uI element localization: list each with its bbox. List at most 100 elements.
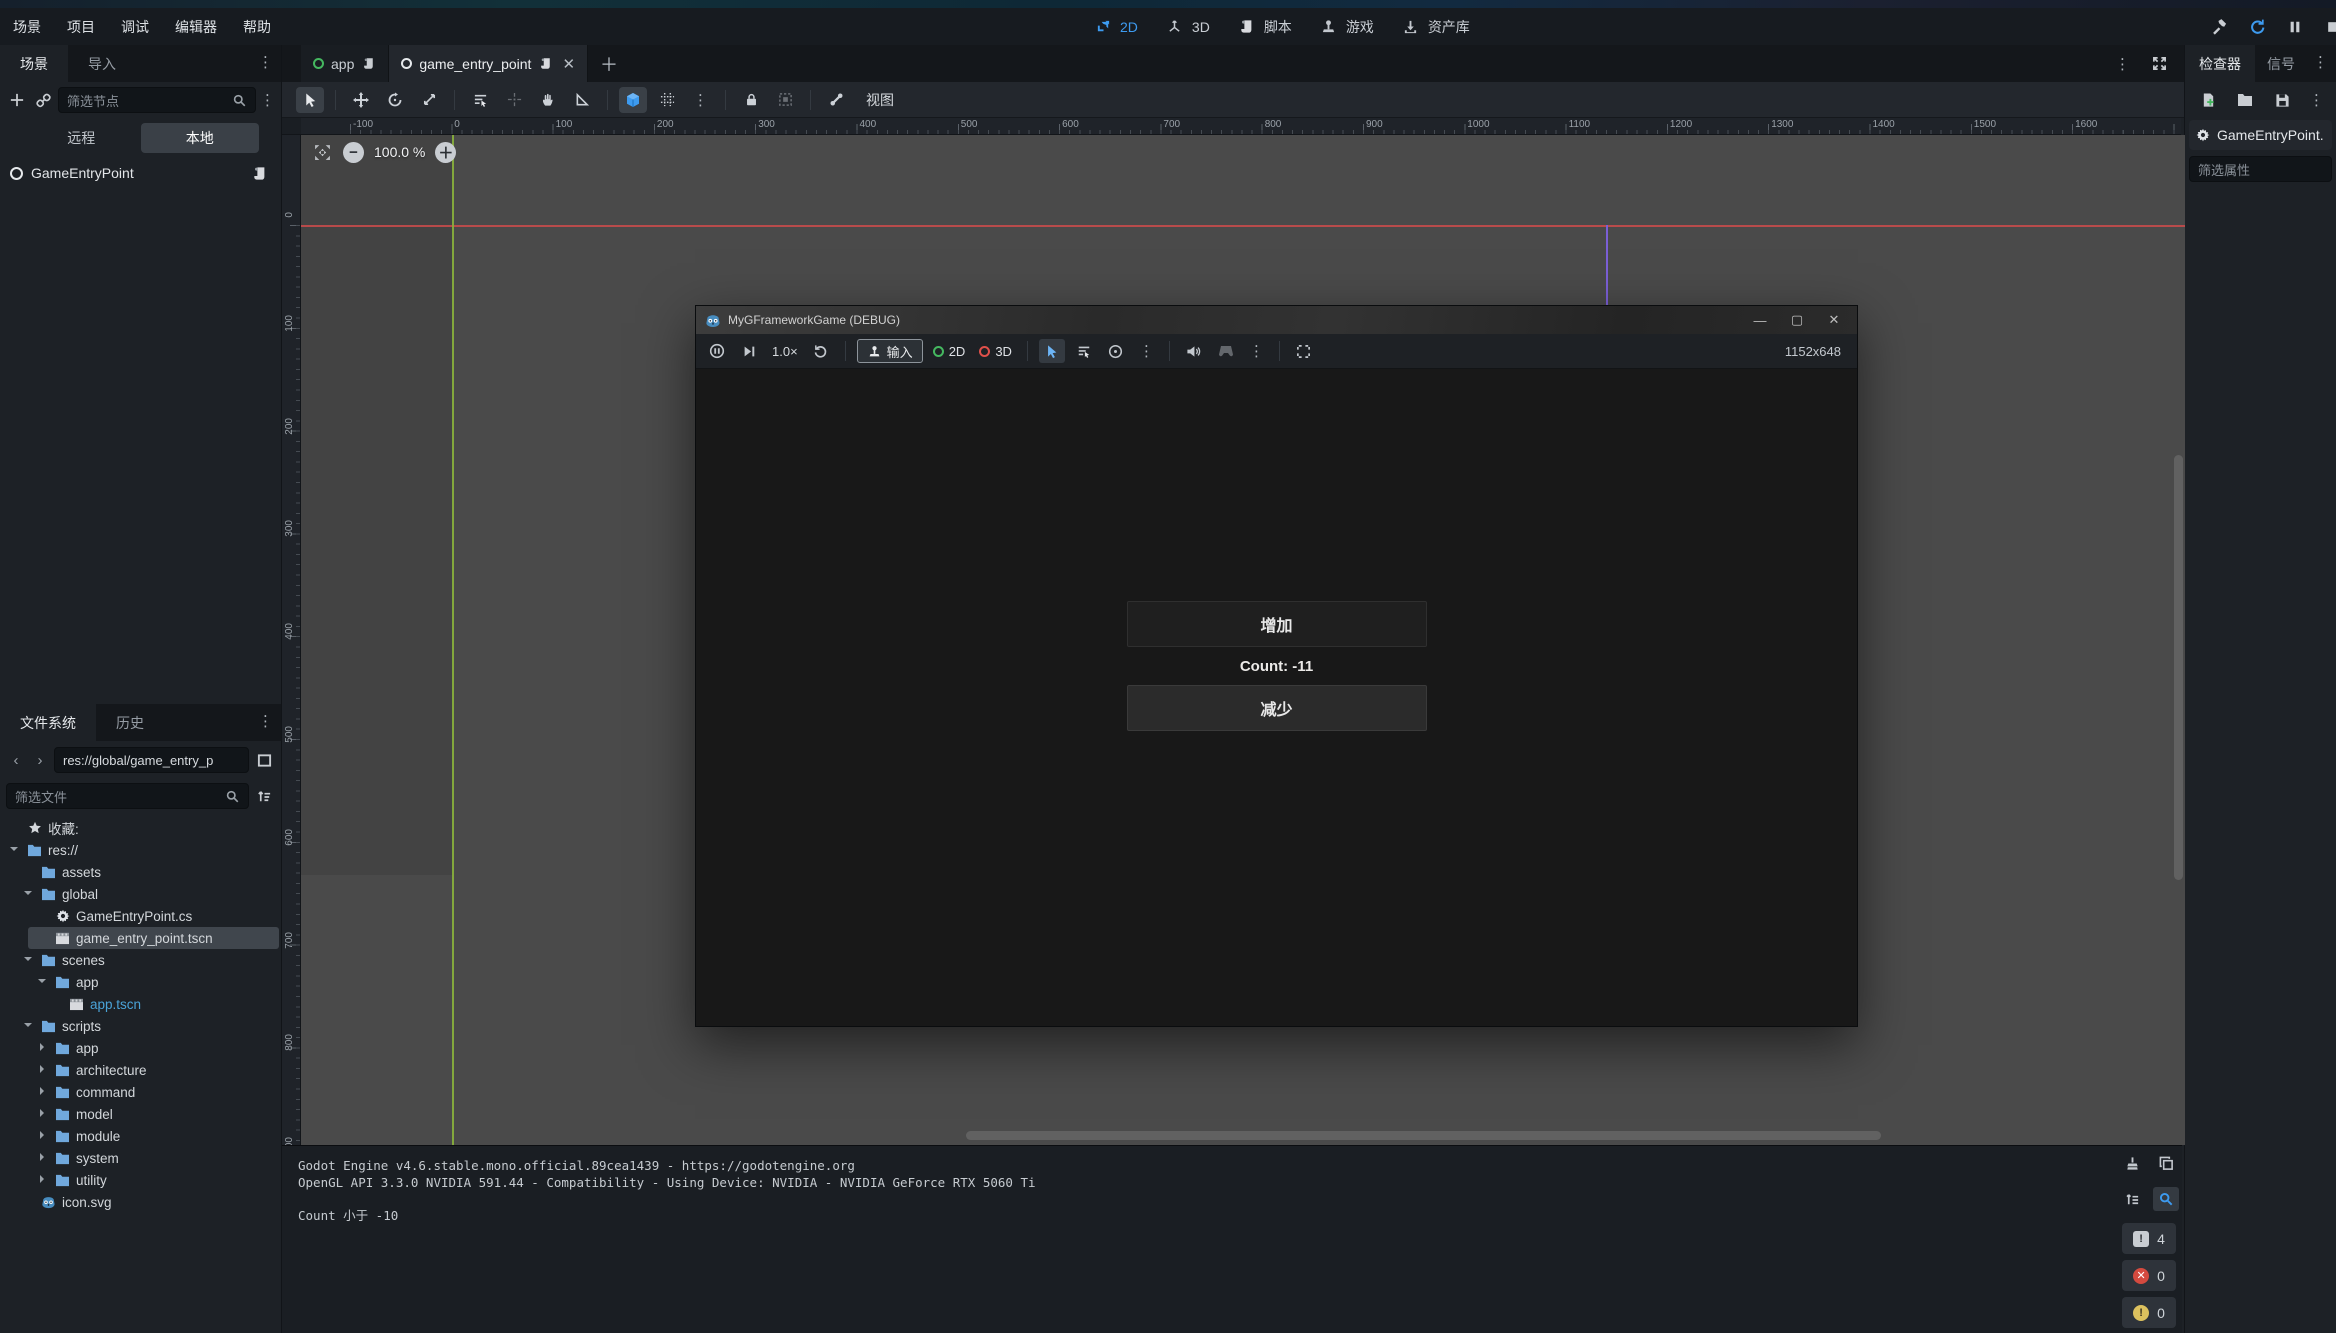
file-tree-row[interactable]: scenes [0,949,281,971]
nav-forward-icon[interactable]: › [30,752,50,769]
current-path[interactable]: res://global/game_entry_p [54,747,249,773]
file-tree-row[interactable]: game_entry_point.tscn [0,927,281,949]
zoom-out-button[interactable]: − [343,142,364,163]
game-window-titlebar[interactable]: MyGFrameworkGame (DEBUG) — ▢ ✕ [696,306,1857,334]
select-list-tool[interactable] [466,87,494,113]
move-tool[interactable] [347,87,375,113]
copy-output-icon[interactable] [2153,1151,2179,1175]
scene-tab-game-entry-point[interactable]: game_entry_point ✕ [389,45,588,82]
game-audio-options-icon[interactable]: ⋮ [1245,342,1268,360]
attached-script-icon[interactable] [249,162,271,184]
pause-icon[interactable] [2284,16,2306,38]
scale-tool[interactable] [415,87,443,113]
smart-snap-toggle[interactable] [619,87,647,113]
clear-output-icon[interactable] [2119,1151,2145,1175]
load-resource-folder-icon[interactable] [2234,89,2256,111]
tab-scene-dock[interactable]: 场景 [0,45,68,82]
gamepad-icon[interactable] [1213,339,1239,363]
game-select-list-tool[interactable] [1071,339,1097,363]
scene-tree-root-node[interactable]: GameEntryPoint [0,158,281,188]
inspector-dock-menu-icon[interactable]: ⋮ [2313,53,2328,71]
file-tree-row[interactable]: res:// [0,839,281,861]
reset-speed-icon[interactable] [808,339,834,363]
menu-scene[interactable]: 场景 [0,14,54,40]
switch-game[interactable]: 游戏 [1318,16,1374,38]
filter-files-input[interactable]: 筛选文件 [6,783,249,809]
save-resource-icon[interactable] [2272,89,2294,111]
2d-canvas[interactable]: − 100.0 % ＋ MyGFrameworkGame (DEBUG) — ▢… [301,135,2186,1145]
zoom-in-button[interactable]: ＋ [435,142,456,163]
scene-dock-options-icon[interactable]: ⋮ [260,91,275,109]
game-select-tool[interactable] [1039,339,1065,363]
maximize-button[interactable]: ▢ [1782,312,1812,328]
switch-3d[interactable]: 3D [1164,16,1210,38]
debug-3d-toggle[interactable]: 3D [975,344,1016,359]
next-frame-icon[interactable] [736,339,762,363]
menu-editor[interactable]: 编辑器 [162,14,230,40]
file-tree-row[interactable]: global [0,883,281,905]
build-hammer-icon[interactable] [2208,16,2230,38]
embed-fullscreen-icon[interactable] [1291,339,1317,363]
edited-object-selector[interactable]: GameEntryPoint. [2189,120,2332,150]
message-count-badge[interactable]: ! 4 [2122,1223,2176,1254]
select-tool[interactable] [296,87,324,113]
restart-icon[interactable] [2246,16,2268,38]
close-tab-icon[interactable]: ✕ [562,55,575,73]
audio-mute-icon[interactable] [1181,339,1207,363]
instance-scene-link-icon[interactable] [32,89,54,111]
add-node-icon[interactable] [6,89,28,111]
tab-history[interactable]: 历史 [96,704,164,741]
file-tree-row[interactable]: app [0,971,281,993]
increase-button[interactable]: 增加 [1127,601,1427,647]
file-tree-row[interactable]: system [0,1147,281,1169]
grid-snap-toggle[interactable] [653,87,681,113]
warning-count-badge[interactable]: ! 0 [2122,1297,2176,1328]
file-tree-row[interactable]: utility [0,1169,281,1191]
scene-tabs-menu-icon[interactable]: ⋮ [2115,55,2130,73]
file-tree-row[interactable]: module [0,1125,281,1147]
scene-tab-app[interactable]: app [301,45,389,82]
local-button[interactable]: 本地 [141,123,260,153]
search-output-icon[interactable] [2153,1187,2179,1211]
error-count-badge[interactable]: ✕ 0 [2122,1260,2176,1291]
file-tree-row[interactable]: command [0,1081,281,1103]
decrease-button[interactable]: 减少 [1127,685,1427,731]
tab-import-dock[interactable]: 导入 [68,45,136,82]
input-capture-button[interactable]: 输入 [857,339,923,363]
new-resource-icon[interactable] [2197,89,2219,111]
file-tree-row[interactable]: app.tscn [0,993,281,1015]
rotate-tool[interactable] [381,87,409,113]
switch-assetlib[interactable]: 资产库 [1400,16,1470,38]
inspector-options-icon[interactable]: ⋮ [2309,91,2324,109]
view-menu[interactable]: 视图 [856,90,904,110]
file-tree-row[interactable]: architecture [0,1059,281,1081]
lock-selected-icon[interactable] [737,87,765,113]
game-select-options-icon[interactable]: ⋮ [1135,342,1158,360]
filesystem-menu-icon[interactable]: ⋮ [258,712,273,730]
expand-viewport-icon[interactable] [2148,53,2170,75]
pan-tool[interactable] [534,87,562,113]
split-mode-icon[interactable] [253,749,275,771]
filter-nodes-input[interactable]: 筛选节点 [58,87,256,113]
ruler-tool[interactable] [568,87,596,113]
sort-files-icon[interactable] [253,785,275,807]
skeleton-bone-icon[interactable] [822,87,850,113]
menu-project[interactable]: 项目 [54,14,108,40]
tab-filesystem[interactable]: 文件系统 [0,704,96,741]
center-view-icon[interactable] [311,141,333,163]
switch-2d[interactable]: 2D [1092,16,1138,38]
file-tree-row[interactable]: app [0,1037,281,1059]
file-tree-row[interactable]: model [0,1103,281,1125]
stop-icon[interactable] [2322,16,2336,38]
file-tree-row[interactable]: scripts [0,1015,281,1037]
group-selected-icon[interactable] [771,87,799,113]
switch-script[interactable]: 脚本 [1236,16,1292,38]
canvas-vertical-scrollbar[interactable] [2174,455,2183,880]
file-tree-row[interactable]: GameEntryPoint.cs [0,905,281,927]
snap-pixel-tool[interactable] [500,87,528,113]
canvas-horizontal-scrollbar[interactable] [966,1131,1881,1140]
file-tree-row[interactable]: assets [0,861,281,883]
speed-multiplier[interactable]: 1.0× [768,344,802,359]
remote-button[interactable]: 远程 [22,123,141,153]
tab-signals[interactable]: 信号 [2255,45,2307,82]
